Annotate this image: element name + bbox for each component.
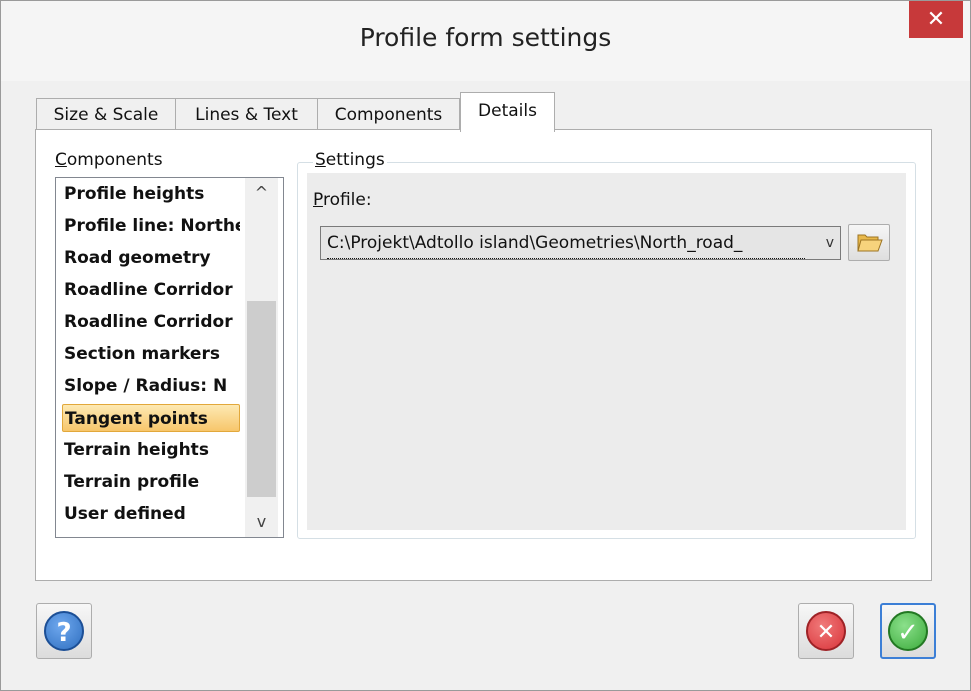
window-title: Profile form settings — [359, 23, 612, 52]
scroll-up-button[interactable]: ^ — [245, 178, 278, 208]
scroll-down-button[interactable]: v — [245, 507, 278, 537]
chevron-down-icon[interactable]: v — [826, 227, 834, 259]
list-item[interactable]: Roadline Corridor — [62, 308, 240, 336]
scroll-thumb[interactable] — [247, 301, 276, 497]
chevron-down-icon: v — [256, 512, 267, 531]
cancel-button[interactable]: ✕ — [798, 603, 854, 659]
settings-title: Settings — [313, 150, 387, 170]
components-label-text: omponents — [66, 150, 163, 170]
close-button[interactable]: ✕ — [909, 1, 963, 38]
help-button[interactable]: ? — [36, 603, 92, 659]
ok-button[interactable]: ✓ — [880, 603, 936, 659]
ok-icon: ✓ — [888, 611, 928, 651]
profile-label-text: rofile: — [322, 190, 372, 210]
list-item[interactable]: User defined — [62, 500, 240, 528]
tab-lines-text[interactable]: Lines & Text — [175, 98, 318, 130]
list-item[interactable]: Roadline Corridor — [62, 276, 240, 304]
profile-label: Profile: — [313, 190, 372, 210]
chevron-up-icon: ^ — [254, 183, 269, 202]
components-scrollbar[interactable]: ^ v — [245, 178, 278, 537]
cancel-icon: ✕ — [806, 611, 846, 651]
close-icon: ✕ — [926, 7, 946, 32]
profile-dropdown[interactable]: C:\Projekt\Adtollo island\Geometries\Nor… — [320, 226, 841, 260]
list-item[interactable]: Terrain profile — [62, 468, 240, 496]
tab-size-scale[interactable]: Size & Scale — [36, 98, 176, 130]
components-label: Components — [55, 150, 163, 170]
title-bar: Profile form settings ✕ — [1, 1, 970, 81]
list-item[interactable]: Terrain heights — [62, 436, 240, 464]
tab-details[interactable]: Details — [460, 92, 555, 132]
list-item-selected[interactable]: Tangent points — [62, 404, 240, 432]
tab-components[interactable]: Components — [317, 98, 460, 130]
browse-button[interactable] — [848, 224, 890, 261]
list-item[interactable]: Section markers — [62, 340, 240, 368]
help-icon: ? — [44, 611, 84, 651]
components-label-mnemonic: C — [55, 150, 67, 170]
list-item[interactable]: Profile line: Northern — [62, 212, 240, 240]
settings-title-mnemonic: S — [315, 150, 326, 170]
profile-value: C:\Projekt\Adtollo island\Geometries\Nor… — [327, 227, 805, 259]
list-item[interactable]: Profile heights — [62, 180, 240, 208]
folder-icon — [857, 234, 883, 252]
list-item[interactable]: Road geometry — [62, 244, 240, 272]
settings-title-text: ettings — [325, 150, 385, 170]
list-item[interactable]: Slope / Radius: N — [62, 372, 240, 400]
profile-label-mnemonic: P — [313, 190, 323, 210]
